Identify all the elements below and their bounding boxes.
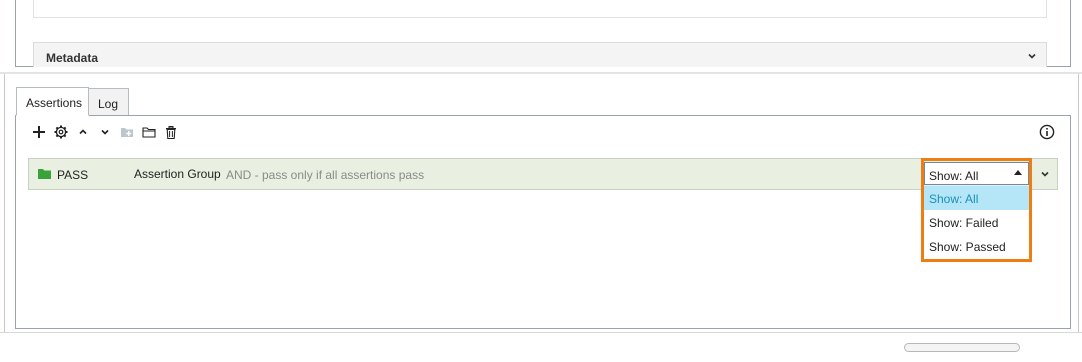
assertions-toolbar [28, 124, 182, 140]
folder-icon [142, 127, 156, 138]
show-filter-options: Show: All Show: Failed Show: Passed [924, 186, 1029, 259]
assertion-type: Assertion Group [134, 167, 221, 181]
option-show-all[interactable]: Show: All [924, 186, 1029, 210]
info-icon[interactable] [1039, 124, 1055, 140]
configure-button[interactable] [50, 124, 72, 140]
caret-up-icon [1014, 170, 1022, 175]
delete-button[interactable] [160, 124, 182, 140]
horizontal-scrollbar[interactable] [904, 343, 1020, 352]
add-group-button[interactable] [116, 124, 138, 140]
folder-add-icon [121, 128, 133, 137]
status-divider [0, 332, 1082, 333]
show-filter-value: Show: All [929, 169, 979, 183]
chevron-up-icon [79, 129, 87, 135]
details-content-box [33, 0, 1047, 18]
add-assertion-button[interactable] [28, 124, 50, 140]
open-group-button[interactable] [138, 124, 160, 140]
option-show-passed[interactable]: Show: Passed [924, 234, 1029, 258]
chevron-down-icon [101, 129, 109, 135]
tab-log[interactable]: Log [89, 88, 129, 116]
assertion-description: AND - pass only if all assertions pass [226, 168, 425, 182]
move-down-button[interactable] [94, 124, 116, 140]
details-panel: Metadata [15, 0, 1071, 67]
chevron-down-icon[interactable] [1027, 51, 1037, 61]
metadata-section-header[interactable]: Metadata [33, 42, 1047, 67]
chevron-down-icon [1040, 171, 1049, 177]
show-filter-select[interactable]: Show: All [924, 162, 1029, 185]
gear-icon [54, 125, 68, 139]
metadata-title: Metadata [46, 51, 99, 65]
trash-icon [166, 125, 176, 139]
tab-assertions[interactable]: Assertions [16, 87, 89, 116]
assertions-panel: PASS Assertion Group AND - pass only if … [15, 115, 1071, 329]
panel-splitter[interactable] [0, 72, 1082, 74]
plus-icon [33, 126, 45, 138]
assertion-status: PASS [57, 168, 89, 182]
move-up-button[interactable] [72, 124, 94, 140]
left-border [4, 74, 5, 332]
assertion-group-row[interactable]: PASS Assertion Group AND - pass only if … [28, 158, 1058, 190]
expand-row-button[interactable] [1031, 159, 1057, 189]
folder-icon [38, 169, 51, 179]
option-show-failed[interactable]: Show: Failed [924, 210, 1029, 234]
right-border [1078, 74, 1079, 332]
